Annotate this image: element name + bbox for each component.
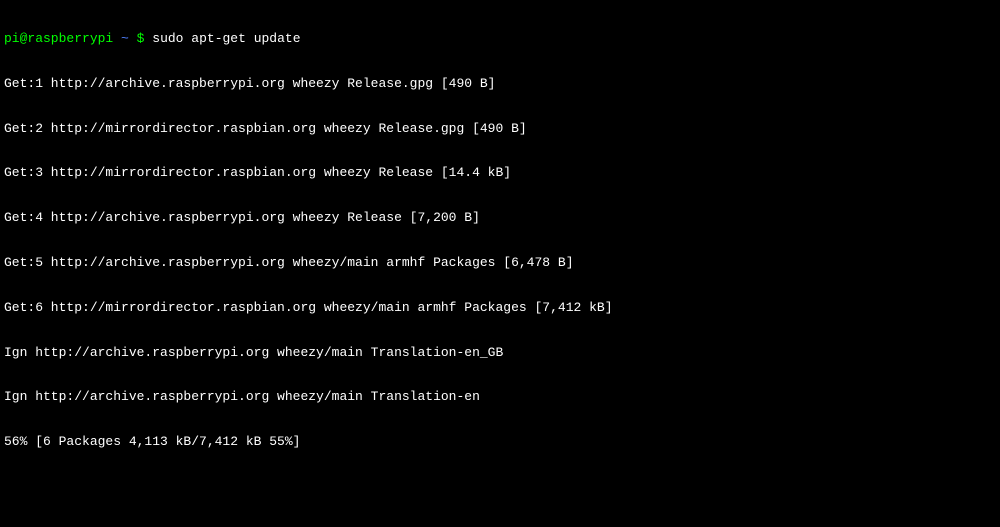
output-line: Get:4 http://archive.raspberrypi.org whe…	[4, 211, 996, 226]
output-line: Get:6 http://mirrordirector.raspbian.org…	[4, 301, 996, 316]
output-line: Get:1 http://archive.raspberrypi.org whe…	[4, 77, 996, 92]
output-line: Ign http://archive.raspberrypi.org wheez…	[4, 390, 996, 405]
prompt-symbol: $	[137, 31, 145, 46]
prompt-user-host: pi@raspberrypi	[4, 31, 113, 46]
output-line: Ign http://archive.raspberrypi.org wheez…	[4, 346, 996, 361]
terminal-window[interactable]: pi@raspberrypi ~ $ sudo apt-get update G…	[4, 2, 996, 465]
output-line: Get:3 http://mirrordirector.raspbian.org…	[4, 166, 996, 181]
output-line: Get:2 http://mirrordirector.raspbian.org…	[4, 122, 996, 137]
output-line: Get:5 http://archive.raspberrypi.org whe…	[4, 256, 996, 271]
progress-line: 56% [6 Packages 4,113 kB/7,412 kB 55%]	[4, 435, 996, 450]
command-input[interactable]: sudo apt-get update	[152, 31, 300, 46]
prompt-line[interactable]: pi@raspberrypi ~ $ sudo apt-get update	[4, 32, 996, 47]
prompt-path: ~	[121, 31, 129, 46]
